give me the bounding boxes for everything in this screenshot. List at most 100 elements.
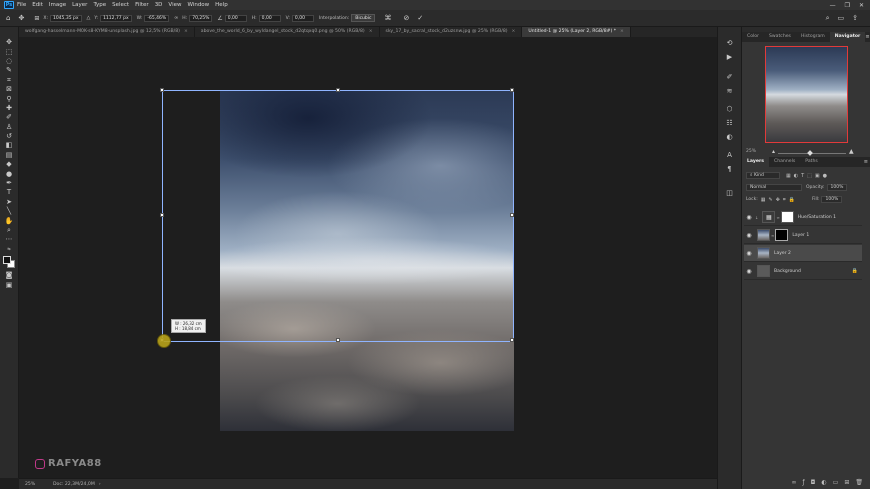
- pen-tool-icon[interactable]: ✒: [4, 179, 14, 188]
- tab-sky-17[interactable]: sky_17_by_sacral_stock_d2uzsnw.jpg @ 25%…: [380, 27, 523, 37]
- warp-icon[interactable]: ⌘: [384, 14, 391, 22]
- new-layer-icon[interactable]: ⊞: [844, 479, 849, 486]
- history-icon[interactable]: ⟲: [725, 37, 735, 48]
- close-icon[interactable]: ✕: [859, 2, 864, 9]
- tab-histogram[interactable]: Histogram: [796, 32, 830, 42]
- angle-input[interactable]: 0,00: [224, 14, 247, 22]
- brush-tool-icon[interactable]: ✐: [4, 113, 14, 122]
- workspace-icon[interactable]: ▭: [838, 14, 845, 23]
- transform-handle-left[interactable]: [160, 213, 164, 217]
- gradient-tool-icon[interactable]: ▤: [4, 151, 14, 160]
- tab-navigator[interactable]: Navigator: [829, 32, 866, 42]
- tab-paths[interactable]: Paths: [800, 157, 823, 167]
- h-input[interactable]: 70,25%: [189, 14, 213, 22]
- lock-icons[interactable]: ▦✎✥⌗🔒: [761, 197, 798, 203]
- layer-row-hue-saturation[interactable]: ◉ ↓ ▦ ∞ Hue/Saturation 1: [744, 209, 862, 226]
- close-tab-icon[interactable]: ×: [620, 29, 624, 34]
- minimize-icon[interactable]: —: [830, 2, 836, 9]
- properties-icon[interactable]: ☷: [725, 117, 735, 128]
- menu-view[interactable]: View: [168, 2, 181, 8]
- zoom-tool-icon[interactable]: ⌕: [4, 226, 14, 235]
- vskew-input[interactable]: 0,00: [291, 14, 314, 22]
- healing-brush-tool-icon[interactable]: ✚: [4, 104, 14, 113]
- brush-settings-icon[interactable]: ✐: [725, 71, 735, 82]
- 3d-icon[interactable]: ⬡: [725, 103, 735, 114]
- quick-select-tool-icon[interactable]: ✎: [4, 66, 14, 75]
- menu-edit[interactable]: Edit: [32, 2, 43, 8]
- menu-select[interactable]: Select: [112, 2, 129, 8]
- visibility-eye-icon[interactable]: ◉: [744, 250, 754, 257]
- canvas-workspace[interactable]: W : 26,32 cm H : 18,84 cm RAFYA88: [19, 37, 717, 478]
- opacity-input[interactable]: 100%: [826, 184, 848, 191]
- tab-layers[interactable]: Layers: [742, 157, 769, 167]
- lock-icon[interactable]: 🔒: [852, 268, 858, 274]
- layers-icon[interactable]: ◫: [725, 187, 735, 198]
- play-icon[interactable]: ▶: [725, 51, 735, 62]
- color-swatches[interactable]: [3, 255, 15, 268]
- status-arrow-icon[interactable]: ›: [99, 482, 101, 487]
- layer-mask-thumb[interactable]: [775, 229, 789, 241]
- menu-file[interactable]: File: [17, 2, 26, 8]
- character-icon[interactable]: A: [725, 149, 735, 160]
- menu-3d[interactable]: 3D: [155, 2, 163, 8]
- menu-type[interactable]: Type: [93, 2, 106, 8]
- transform-handle-top[interactable]: [336, 88, 340, 92]
- close-tab-icon[interactable]: ×: [184, 29, 188, 34]
- close-tab-icon[interactable]: ×: [512, 29, 516, 34]
- paragraph-icon[interactable]: ¶: [725, 163, 735, 174]
- share-icon[interactable]: ⇪: [852, 14, 858, 23]
- menu-image[interactable]: Image: [49, 2, 66, 8]
- delete-layer-icon[interactable]: 🗑: [855, 479, 863, 486]
- adjust-icon[interactable]: ≋: [725, 85, 735, 96]
- home-icon[interactable]: ⌂: [6, 14, 10, 22]
- menu-window[interactable]: Window: [187, 2, 209, 8]
- navigator-zoom[interactable]: 25%: [746, 149, 756, 154]
- menu-layer[interactable]: Layer: [72, 2, 87, 8]
- transform-handle-bottom-right[interactable]: [510, 338, 514, 342]
- zoom-level[interactable]: 25%: [25, 482, 49, 487]
- hskew-input[interactable]: 0,00: [258, 14, 281, 22]
- commit-icon[interactable]: ✓: [417, 14, 423, 22]
- link-icon[interactable]: ∞: [174, 15, 178, 21]
- panel-menu-icon[interactable]: ≡: [865, 32, 869, 42]
- transform-handle-bottom[interactable]: [336, 338, 340, 342]
- crop-tool-icon[interactable]: ⌗: [4, 76, 14, 85]
- new-adjustment-icon[interactable]: ◐: [821, 479, 826, 486]
- line-tool-icon[interactable]: ╲: [4, 207, 14, 216]
- new-group-icon[interactable]: ▭: [833, 479, 839, 486]
- tab-wolfgang[interactable]: wolfgang-hasselmann-M0K-s8-KYM8-unsplash…: [19, 27, 195, 37]
- move-tool-icon[interactable]: ✥: [18, 14, 24, 22]
- visibility-eye-icon[interactable]: ◉: [744, 214, 754, 221]
- screen-mode-icon[interactable]: ▣: [4, 280, 14, 289]
- frame-tool-icon[interactable]: ⊠: [4, 85, 14, 94]
- w-input[interactable]: -65,46%: [144, 14, 170, 22]
- tab-untitled-1[interactable]: Untitled-1 @ 25% (Layer 2, RGB/8#) * ×: [522, 27, 631, 37]
- transform-handle-top-left[interactable]: [160, 88, 164, 92]
- zoom-in-icon[interactable]: ▲: [849, 148, 854, 155]
- eraser-tool-icon[interactable]: ◧: [4, 141, 14, 150]
- layer-style-icon[interactable]: ƒ: [803, 479, 805, 486]
- more-tools-icon[interactable]: ⋯: [4, 235, 14, 244]
- swap-colors-icon[interactable]: ⇆: [4, 245, 14, 254]
- free-transform-box[interactable]: [160, 88, 514, 342]
- panel-menu-icon[interactable]: ≡: [864, 157, 868, 167]
- path-select-tool-icon[interactable]: ➤: [4, 198, 14, 207]
- visibility-eye-icon[interactable]: ◉: [744, 232, 754, 239]
- link-layers-icon[interactable]: ∞: [792, 479, 797, 486]
- eyedropper-tool-icon[interactable]: ⚲: [4, 94, 14, 103]
- lasso-tool-icon[interactable]: ◌: [4, 57, 14, 66]
- transform-handle-right[interactable]: [510, 213, 514, 217]
- tab-color[interactable]: Color: [742, 32, 764, 42]
- add-mask-icon[interactable]: ◘: [811, 479, 816, 486]
- menu-filter[interactable]: Filter: [135, 2, 149, 8]
- dodge-tool-icon[interactable]: ●: [4, 169, 14, 178]
- foreground-color-swatch[interactable]: [3, 255, 11, 264]
- quick-mask-icon[interactable]: ◙: [4, 271, 14, 280]
- layer-row-background[interactable]: ◉ Background 🔒: [744, 263, 862, 280]
- cancel-icon[interactable]: ⊘: [403, 14, 409, 22]
- layer-filter-select[interactable]: ⌕ Kind: [746, 172, 780, 179]
- blend-mode-select[interactable]: Normal: [746, 184, 802, 191]
- x-input[interactable]: 1045,35 px: [49, 14, 82, 22]
- delta-icon[interactable]: △: [87, 15, 91, 21]
- history-brush-tool-icon[interactable]: ↺: [4, 132, 14, 141]
